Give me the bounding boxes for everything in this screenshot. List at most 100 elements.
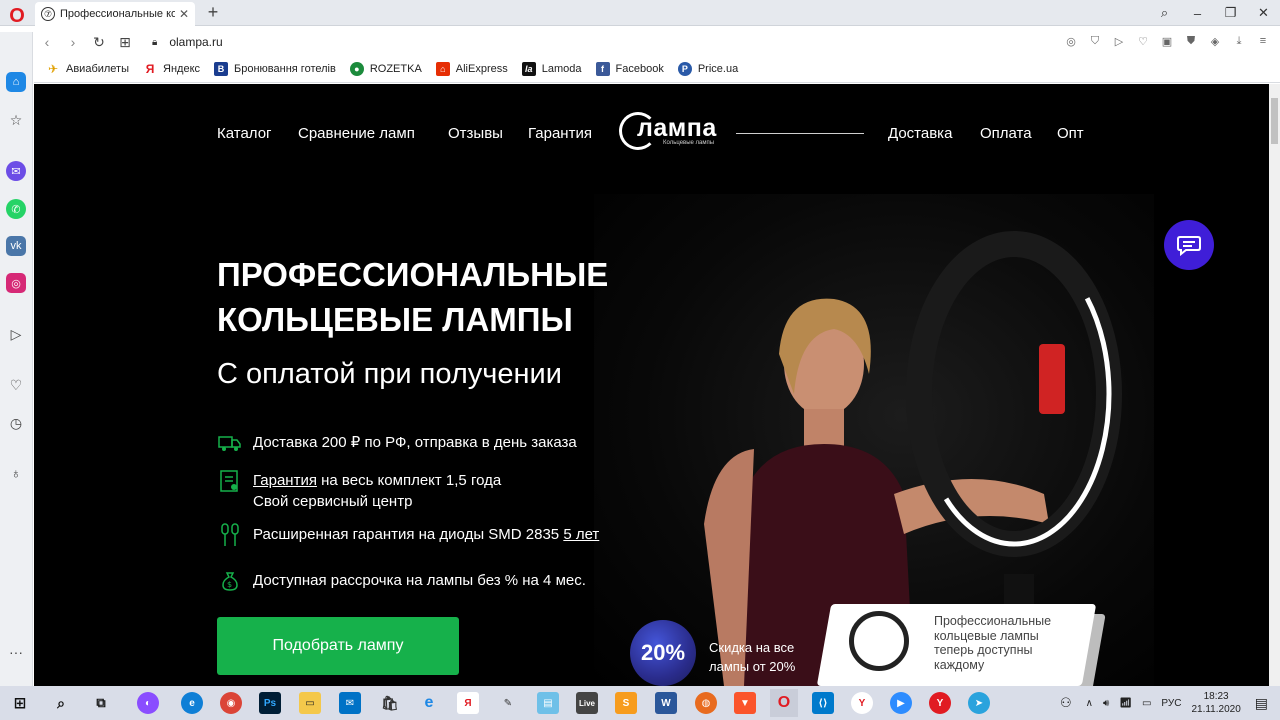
sublime-icon[interactable]: S [615,692,637,714]
site-logo[interactable]: лампа Кольцевые лампы [619,108,729,158]
brave-icon[interactable]: ▼ [734,692,756,714]
nav-delivery[interactable]: Доставка [888,125,952,142]
nav-compare[interactable]: Сравнение ламп [298,125,415,142]
nav-reviews[interactable]: Отзывы [448,125,503,142]
warranty-link[interactable]: Гарантия [253,472,317,489]
tab-title: Профессиональные кольц [60,8,175,20]
store-icon[interactable]: 🛍︎ [379,692,401,714]
mail-icon[interactable]: ✉ [339,692,361,714]
new-tab-button[interactable]: + [203,2,223,22]
language-indicator[interactable]: РУС [1161,698,1181,709]
system-tray: ⚇ ∧ 🔊︎ 📶︎ ▭ РУС 18:23 21.11.2020 ▤ [1060,686,1280,720]
bookmark-lamoda[interactable]: la Lamoda [521,62,582,76]
reload-icon[interactable]: ↻ [86,34,112,51]
url-field[interactable]: olampa.ru [169,35,222,49]
search-icon[interactable]: ⌕ [50,692,72,714]
five-years-link[interactable]: 5 лет [563,526,599,543]
volume-icon[interactable]: 🔊︎ [1103,698,1109,709]
close-window-button[interactable]: ✕ [1247,0,1280,26]
address-bar: ‹ › ↻ ⊞ 🔒︎ olampa.ru ◎ ⛉ ▷ ♡ ▣ ⛊ ◈ ⤓ ≡ [34,28,1280,56]
home-icon[interactable]: ⌂ [6,72,26,92]
live-icon[interactable]: Live [576,692,598,714]
opera-menu-icon[interactable]: O [0,0,34,32]
bookmark-priceua[interactable]: P Price.ua [677,62,738,76]
back-icon[interactable]: ‹ [34,34,60,50]
paint-icon[interactable]: ✎ [497,692,519,714]
firefox-icon[interactable]: ◍ [695,692,717,714]
chrome-icon[interactable]: ◉ [220,692,242,714]
speed-dial-icon[interactable]: ⊞ [112,34,138,51]
whatsapp-icon[interactable]: ✆ [6,199,26,219]
cube-icon[interactable]: ◈ [1208,34,1222,48]
messenger-icon[interactable]: ✉ [6,161,26,181]
notes-icon[interactable]: ▤ [537,692,559,714]
chat-button[interactable] [1164,220,1214,270]
nav-wholesale[interactable]: Опт [1057,125,1084,142]
opera-taskbar-active[interactable]: O [770,689,798,717]
yandex-icon[interactable]: Y [851,692,873,714]
power-icon[interactable]: ▭ [1142,698,1151,709]
clock[interactable]: 18:23 21.11.2020 [1191,690,1240,716]
bookmark-rozetka[interactable]: ● ROZETKA [349,62,422,76]
flow-icon[interactable]: ▷ [6,324,26,344]
network-icon[interactable]: 📶︎ [1119,698,1132,709]
tray-expand-icon[interactable]: ∧ [1086,698,1093,709]
forward-icon[interactable]: › [60,34,86,50]
bookmark-yandex[interactable]: Я Яндекс [143,62,200,76]
chat-bubble-icon [1177,236,1201,256]
heart-icon[interactable]: ♡ [1136,34,1150,48]
edge-icon[interactable]: e [181,692,203,714]
people-icon[interactable]: ⚇ [1060,695,1072,711]
instagram-icon[interactable]: ◎ [6,273,26,293]
page-scrollbar[interactable] [1269,84,1280,686]
adblock-icon[interactable]: ⛉ [1088,34,1102,48]
shield-icon[interactable]: ⛊ [1184,34,1198,48]
windows-start-icon[interactable]: ⊞ [9,692,31,714]
bookmark-aliexpress[interactable]: ⌂ AliExpress [435,62,508,76]
logo-divider-line [736,133,864,134]
bookmark-facebook[interactable]: f Facebook [595,62,664,76]
photoshop-icon[interactable]: Ps [259,692,281,714]
yandex-red-icon[interactable]: Y [929,692,951,714]
vscode-icon[interactable]: ⟨⟩ [812,692,834,714]
tab-close-icon[interactable]: ✕ [179,7,189,21]
zoom-icon[interactable]: ▶ [890,692,912,714]
ie-icon[interactable]: e [418,692,440,714]
restore-button[interactable]: ❐ [1214,0,1247,26]
yandex-browser-icon[interactable]: Я [457,692,479,714]
choose-lamp-button[interactable]: Подобрать лампу [217,617,459,675]
word-icon[interactable]: W [655,692,677,714]
scrollbar-thumb[interactable] [1271,98,1278,144]
alice-icon[interactable]: ◐ [137,692,159,714]
feature-warranty-text: Гарантия на весь комплект 1,5 года Свой … [253,470,501,512]
nav-payment[interactable]: Оплата [980,125,1032,142]
promo-line-4: каждому [934,657,985,672]
browser-tab[interactable]: ⑦ Профессиональные кольц ✕ [35,2,195,26]
star-icon[interactable]: ☆ [6,110,26,130]
favorites-heart-icon[interactable]: ♡ [6,375,26,395]
telegram-icon[interactable]: ➤ [968,692,990,714]
extension-icon[interactable]: ▣ [1160,34,1174,48]
history-icon[interactable]: ◷ [6,413,26,433]
diode-icon [217,523,243,546]
minimize-button[interactable]: – [1181,0,1214,26]
nav-catalog[interactable]: Каталог [217,125,272,142]
vk-icon[interactable]: vk [6,236,26,256]
tips-bulb-icon[interactable]: ♁ [6,463,26,483]
sidebar-more-icon[interactable]: ··· [6,642,26,662]
nav-warranty[interactable]: Гарантия [528,125,592,142]
send-icon[interactable]: ▷ [1112,34,1126,48]
notifications-icon[interactable]: ▤ [1255,695,1268,712]
promo-ring-lamp-icon [849,611,909,671]
camera-icon[interactable]: ◎ [1064,34,1078,48]
bookmark-avia[interactable]: ✈ Авиабилеты [46,62,129,76]
search-tabs-icon[interactable]: ⌕ [1148,0,1181,26]
download-icon[interactable]: ⤓ [1232,34,1246,48]
browser-sidebar: ⌂ ☆ ✉ ✆ vk ◎ ▷ ♡ ◷ ♁ ··· [0,32,33,686]
file-explorer-icon[interactable]: ▭ [299,692,321,714]
yandex-icon: Я [145,62,155,76]
bookmark-booking[interactable]: B Бронювання готелів [214,62,336,76]
task-view-icon[interactable]: ⧉ [90,692,112,714]
lock-icon[interactable]: 🔒︎ [152,37,157,48]
menu-icon[interactable]: ≡ [1256,34,1270,48]
